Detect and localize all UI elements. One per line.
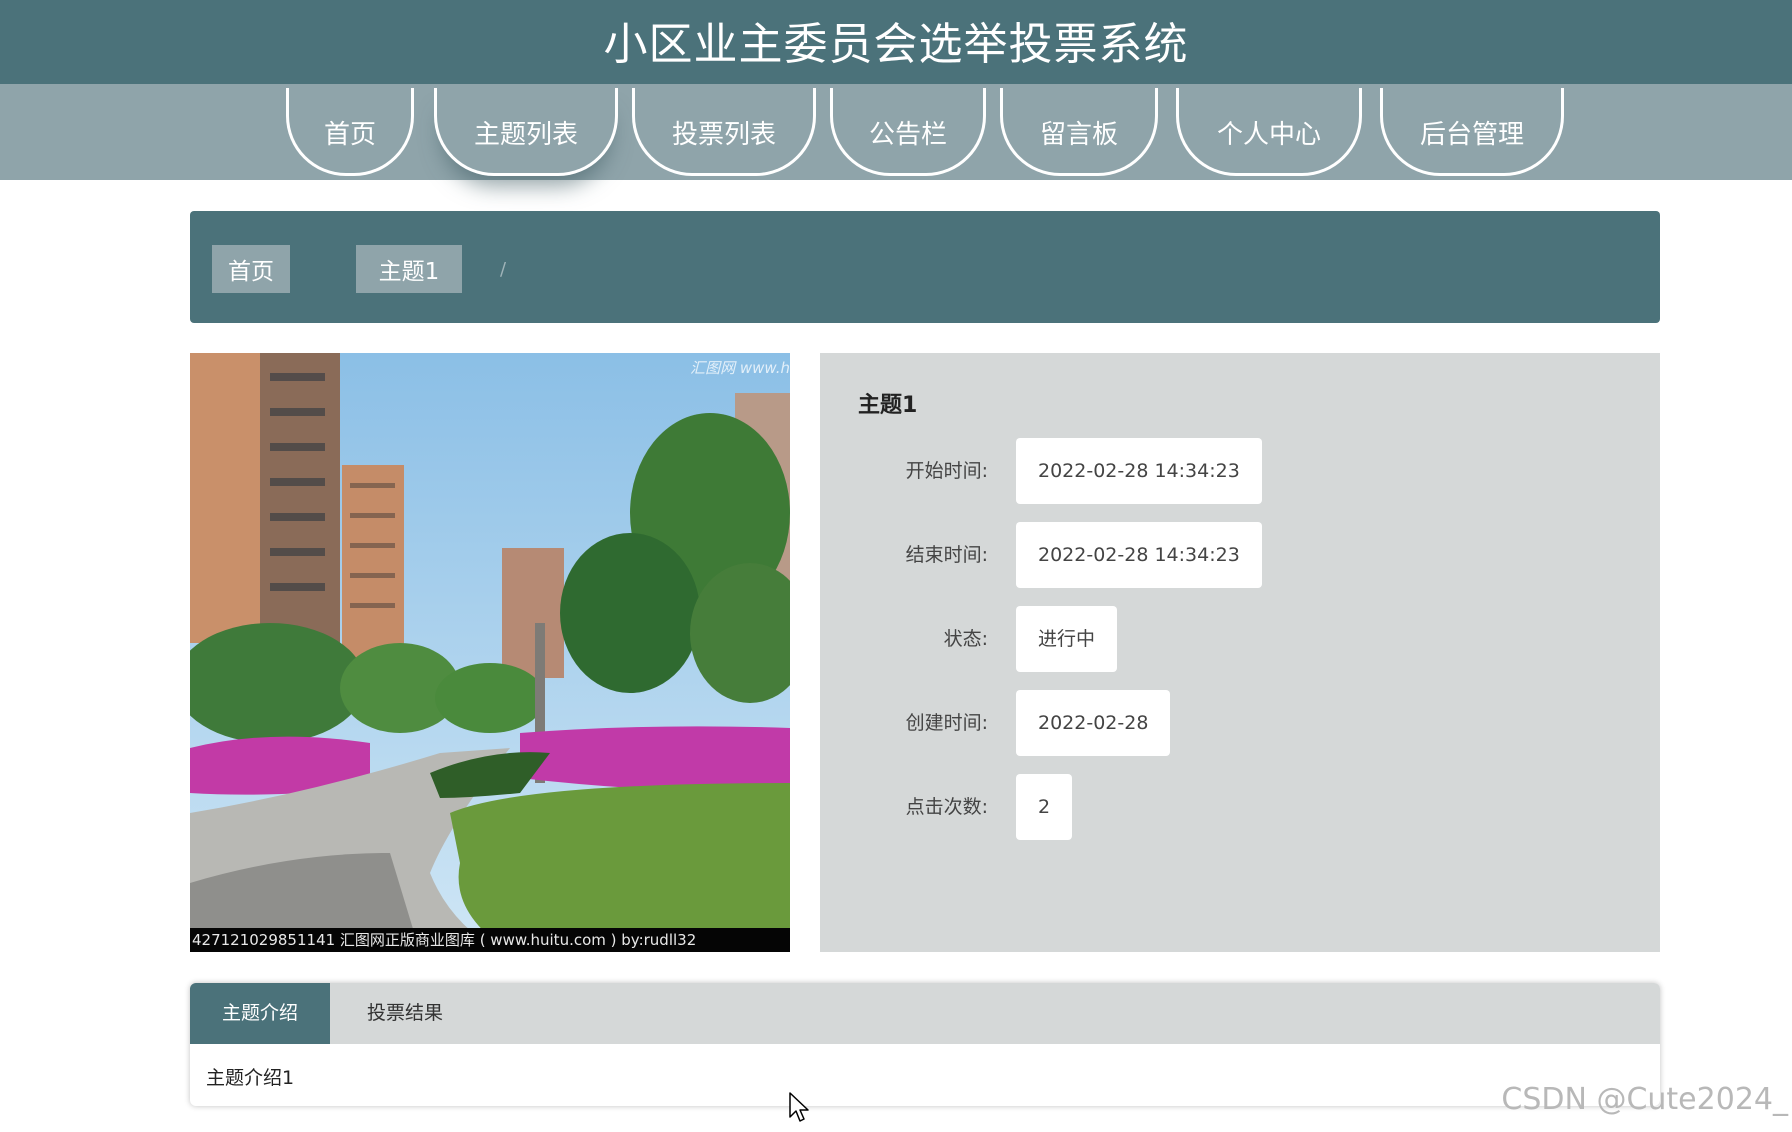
- start-time-label: 开始时间:: [905, 460, 988, 482]
- created-time-label: 创建时间:: [905, 712, 988, 734]
- breadcrumb-home[interactable]: 首页: [212, 245, 290, 293]
- nav-item-message-board[interactable]: 留言板: [1000, 88, 1158, 176]
- tab-vote-result[interactable]: 投票结果: [330, 983, 480, 1044]
- breadcrumb-current: 主题1: [356, 245, 462, 293]
- breadcrumb-separator: /: [500, 259, 507, 280]
- click-count-label: 点击次数:: [905, 796, 988, 818]
- topic-detail-panel: 主题1 开始时间: 2022-02-28 14:34:23 结束时间: 2022…: [820, 353, 1660, 952]
- csdn-watermark: CSDN @Cute2024_: [1501, 1082, 1788, 1117]
- photo-caption: 427121029851141 汇图网正版商业图库 ( www.huitu.co…: [190, 928, 790, 952]
- nav-list: 首页 主题列表 投票列表 公告栏 留言板 个人中心 后台管理: [0, 84, 1792, 180]
- nav-item-notice-board[interactable]: 公告栏: [830, 88, 986, 176]
- detail-row-end-time: 结束时间: 2022-02-28 14:34:23: [820, 522, 1660, 588]
- tab-bar: 主题介绍 投票结果: [190, 983, 1660, 1044]
- breadcrumb: 首页 / 主题1: [190, 211, 1660, 323]
- main-nav: 首页 主题列表 投票列表 公告栏 留言板 个人中心 后台管理: [0, 84, 1792, 180]
- nav-item-home[interactable]: 首页: [286, 88, 414, 176]
- photo-illustration: [190, 353, 790, 952]
- end-time-value: 2022-02-28 14:34:23: [1016, 522, 1262, 588]
- created-time-value: 2022-02-28: [1016, 690, 1171, 756]
- end-time-label: 结束时间:: [905, 544, 988, 566]
- site-header: 小区业主委员会选举投票系统: [0, 0, 1792, 84]
- photo-watermark: 汇图网 www.h: [690, 359, 790, 377]
- start-time-value: 2022-02-28 14:34:23: [1016, 438, 1262, 504]
- nav-item-topic-list[interactable]: 主题列表: [434, 88, 618, 176]
- detail-row-created-time: 创建时间: 2022-02-28: [820, 690, 1660, 756]
- detail-row-start-time: 开始时间: 2022-02-28 14:34:23: [820, 438, 1660, 504]
- mouse-cursor-icon: [789, 1092, 809, 1122]
- nav-item-personal-center[interactable]: 个人中心: [1176, 88, 1362, 176]
- status-label: 状态:: [943, 628, 988, 650]
- detail-row-status: 状态: 进行中: [820, 606, 1660, 672]
- status-value: 进行中: [1016, 606, 1118, 672]
- topic-photo: 汇图网 www.h 427121029851141 汇图网正版商业图库 ( ww…: [190, 353, 790, 952]
- nav-item-vote-list[interactable]: 投票列表: [632, 88, 816, 176]
- nav-item-admin[interactable]: 后台管理: [1380, 88, 1564, 176]
- tab-content: 主题介绍1: [206, 1067, 295, 1089]
- site-title: 小区业主委员会选举投票系统: [603, 19, 1189, 70]
- tab-topic-intro[interactable]: 主题介绍: [190, 983, 330, 1044]
- click-count-value: 2: [1016, 774, 1073, 840]
- topic-title: 主题1: [858, 393, 918, 418]
- detail-row-click-count: 点击次数: 2: [820, 774, 1660, 840]
- topic-tabs: 主题介绍 投票结果 主题介绍1: [190, 983, 1660, 1106]
